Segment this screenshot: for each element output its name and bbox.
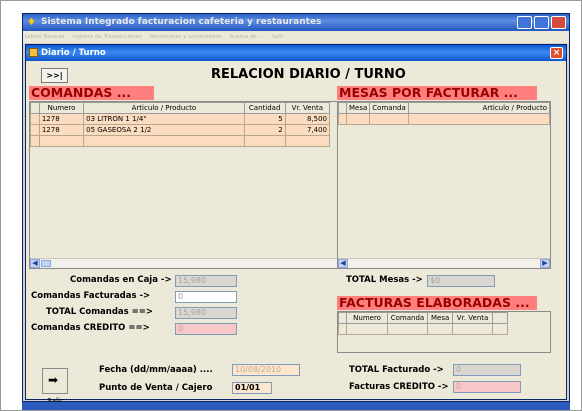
comandas-credito-field: 0 [175, 323, 237, 335]
col-comanda[interactable]: Comanda [369, 102, 409, 114]
scroll-left-icon[interactable]: ◀ [338, 259, 348, 268]
facturas-header-row: Numero Comanda Mesa Vr. Venta [338, 312, 508, 324]
table-row-empty[interactable] [30, 135, 331, 147]
comandas-facturadas-field[interactable]: 0 [175, 291, 237, 303]
table-row[interactable]: 1278 05 GASEOSA 2 1/2 2 7,400 [30, 124, 331, 136]
cell-cantidad: 2 [243, 124, 286, 136]
col-vr-venta[interactable]: Vr. Venta [284, 102, 331, 114]
total-comandas-field: 15,980 [175, 307, 237, 319]
menu-salir[interactable]: Salir [271, 34, 283, 40]
close-icon[interactable]: × [550, 47, 563, 59]
app-close-button[interactable] [551, 16, 566, 29]
fecha-label: Fecha (dd/mm/aaaa) .... [99, 365, 213, 375]
cell-cantidad: 5 [243, 113, 286, 125]
window-controls [517, 16, 566, 29]
cell-vr-venta: 7,400 [284, 124, 331, 136]
cell-numero: 1278 [38, 124, 85, 136]
comandas-hscrollbar[interactable]: ◀ ▶ [30, 258, 350, 268]
comandas-grid[interactable]: Numero Articulo / Producto Cantidad Vr. … [29, 101, 351, 269]
mesas-header-row: Mesa Comanda Articulo / Producto [338, 102, 550, 114]
col-numero[interactable]: Numero [38, 102, 85, 114]
cell-numero: 1278 [38, 113, 85, 125]
comandas-header-row: Numero Articulo / Producto Cantidad Vr. … [30, 102, 331, 114]
total-mesas-label: TOTAL Mesas -> [346, 275, 423, 285]
col-vr-venta[interactable]: Vr. Venta [451, 312, 494, 324]
total-comandas-label: TOTAL Comandas ==> [46, 307, 154, 317]
app-titlebar: ♦ Sistema Integrado facturacion cafeteri… [23, 14, 569, 31]
facturas-grid[interactable]: Numero Comanda Mesa Vr. Venta [337, 311, 551, 353]
facturas-credito-field: 0 [453, 381, 521, 393]
minimize-button[interactable] [517, 16, 532, 29]
facturas-credito-label: Facturas CREDITO -> [349, 382, 449, 392]
facturas-section-label: FACTURAS ELABORADAS ... [337, 296, 537, 310]
cell-articulo: 05 GASEOSA 2 1/2 [83, 124, 245, 136]
col-numero[interactable]: Numero [346, 312, 388, 324]
menu-acerca-de[interactable]: Acerca de ... [230, 34, 264, 40]
menu-registro-transacciones[interactable]: registro de Transacciones [72, 34, 142, 40]
comandas-en-caja-field: 15,980 [175, 275, 237, 287]
scroll-right-icon[interactable]: ▶ [540, 259, 550, 268]
maximize-button[interactable] [534, 16, 549, 29]
comandas-facturadas-label: Comandas Facturadas -> [31, 291, 151, 301]
cell-vr-venta: 8,500 [284, 113, 331, 125]
mesas-section-label: MESAS POR FACTURAR ... [337, 86, 537, 100]
app-window: ♦ Sistema Integrado facturacion cafeteri… [22, 13, 570, 405]
screenshot-frame: ♦ Sistema Integrado facturacion cafeteri… [0, 0, 582, 411]
menu-resumenes[interactable]: Resumenes y acumulados [150, 34, 222, 40]
child-window-title: Diario / Turno [41, 48, 106, 58]
mesas-grid[interactable]: Mesa Comanda Articulo / Producto ◀ ▶ [337, 101, 551, 269]
scroll-thumb[interactable] [41, 260, 51, 267]
exit-arrow-icon: ➡ [48, 373, 59, 387]
col-articulo[interactable]: Articulo / Producto [83, 102, 245, 114]
col-cantidad[interactable]: Cantidad [243, 102, 286, 114]
salir-button[interactable]: ➡ [42, 368, 68, 394]
comandas-en-caja-label: Comandas en Caja -> [70, 275, 172, 285]
col-mesa[interactable]: Mesa [427, 312, 453, 324]
punto-venta-label: Punto de Venta / Cajero [99, 383, 213, 393]
total-mesas-field: $0 [427, 275, 495, 287]
form-icon [29, 48, 38, 57]
app-icon: ♦ [27, 17, 36, 28]
col-mesa[interactable]: Mesa [345, 102, 371, 114]
comandas-credito-label: Comandas CREDITO ==> [31, 323, 150, 333]
col-articulo-producto[interactable]: Articulo / Producto [407, 102, 550, 114]
table-row[interactable]: 1278 03 LITRON 1 1/4" 5 8,500 [30, 113, 331, 125]
diario-turno-window: Diario / Turno × >>| RELACION DIARIO / T… [25, 44, 567, 405]
taskbar [22, 402, 570, 410]
fecha-field[interactable]: 10/08/2010 [232, 364, 300, 376]
punto-venta-field[interactable]: 01/01 [232, 382, 272, 394]
table-row-empty[interactable] [338, 323, 508, 335]
menubar: tablas Basicas registro de Transacciones… [23, 31, 569, 43]
total-facturado-field: 0 [453, 364, 521, 376]
child-titlebar: Diario / Turno × [26, 45, 566, 61]
scroll-left-icon[interactable]: ◀ [30, 259, 40, 268]
menu-tablas-basicas[interactable]: tablas Basicas [25, 34, 64, 40]
app-title: Sistema Integrado facturacion cafeteria … [41, 17, 322, 27]
page-title: RELACION DIARIO / TURNO [211, 67, 406, 82]
total-facturado-label: TOTAL Facturado -> [349, 365, 444, 375]
cell-articulo: 03 LITRON 1 1/4" [83, 113, 245, 125]
mesas-hscrollbar[interactable]: ◀ ▶ [338, 258, 550, 268]
next-button[interactable]: >>| [41, 68, 68, 83]
table-row-empty[interactable] [338, 113, 550, 125]
comandas-section-label: COMANDAS ... [29, 86, 154, 100]
col-comanda[interactable]: Comanda [386, 312, 429, 324]
